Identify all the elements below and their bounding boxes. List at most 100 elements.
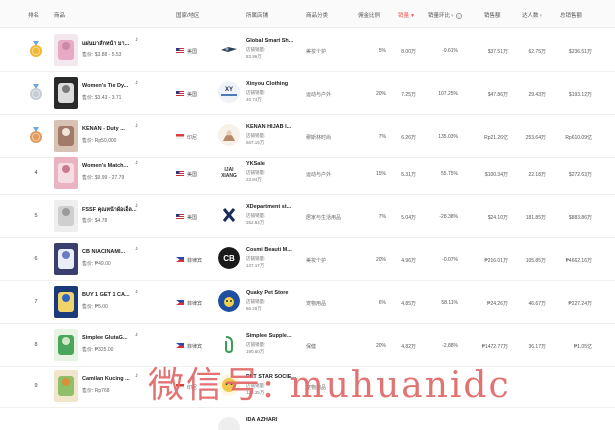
header-sales[interactable]: 销量▼ bbox=[398, 11, 415, 19]
product-thumbnail[interactable] bbox=[54, 157, 78, 189]
tiktok-icon[interactable]: ♪ bbox=[135, 80, 138, 86]
help-icon[interactable]: ? bbox=[455, 12, 462, 19]
shop-logo[interactable] bbox=[218, 38, 240, 60]
rank-number: 4 bbox=[34, 170, 38, 176]
product-thumbnail[interactable] bbox=[54, 77, 78, 109]
tiktok-icon[interactable]: ♪ bbox=[135, 332, 138, 338]
table-row[interactable]: แผ่นมาส์กหน้า มา... ♪ 售价: $3.88 - 5.53 美国 Gl… bbox=[0, 29, 615, 72]
total-value: ₱227.24万 bbox=[568, 301, 592, 307]
header-creators[interactable]: 达人数▾ bbox=[522, 11, 542, 19]
ph-flag-icon bbox=[176, 343, 184, 348]
id-flag-icon bbox=[176, 134, 184, 139]
product-thumbnail[interactable] bbox=[54, 120, 78, 152]
shop-sales-label: 店铺销量: bbox=[246, 213, 266, 218]
product-name[interactable]: FSSF คุณหน้าผ้อเอ็ล... bbox=[82, 206, 137, 214]
header-shop: 所属店铺 bbox=[246, 13, 269, 19]
growth-value: 58.11% bbox=[441, 300, 458, 306]
header-sales-growth[interactable]: 销量环比▾? bbox=[428, 11, 462, 19]
shop-sales-label: 店铺销量: bbox=[246, 47, 266, 52]
table-row[interactable]: 7 BUY 1 GET 1 CA... ♪ 售价: ₱5.00 菲律宾 Quaky Pet… bbox=[0, 281, 615, 324]
shop-name[interactable]: Global Smart Sh... bbox=[246, 38, 293, 44]
product-thumbnail[interactable] bbox=[54, 286, 78, 318]
product-thumbnail[interactable] bbox=[54, 329, 78, 361]
shop-name[interactable]: Quaky Pet Store bbox=[246, 290, 289, 296]
shop-name[interactable]: Cosmi Beauti M... bbox=[246, 247, 292, 253]
creators-value: 29.43万 bbox=[528, 92, 546, 98]
category-label: 穆斯林时尚 bbox=[306, 135, 332, 141]
header-region[interactable]: 国家/地区 bbox=[176, 11, 200, 19]
category-label: 宠物用品 bbox=[306, 301, 327, 307]
shop-name[interactable]: IDA AZHARI bbox=[246, 417, 277, 423]
gmv-value: ₱1472.77万 bbox=[481, 344, 508, 350]
tiktok-icon[interactable]: ♪ bbox=[135, 373, 138, 379]
product-name[interactable]: Camilan Kucing ... bbox=[82, 376, 130, 382]
tiktok-icon[interactable]: ♪ bbox=[135, 203, 138, 209]
shop-sales-label: 店铺销量: bbox=[246, 256, 266, 261]
us-flag-icon bbox=[176, 214, 184, 219]
shop-sales-value: 83.96万 bbox=[246, 54, 262, 59]
rank-number: 8 bbox=[34, 342, 38, 348]
product-name[interactable]: Simplee GlutaG... bbox=[82, 335, 128, 341]
product-name[interactable]: แผ่นมาส์กหน้า มา... bbox=[82, 40, 129, 48]
product-thumbnail[interactable] bbox=[54, 243, 78, 275]
tiktok-icon[interactable]: ♪ bbox=[135, 289, 138, 295]
header-gmv[interactable]: 销售额 bbox=[484, 11, 501, 19]
silver-medal-icon bbox=[29, 84, 43, 101]
shop-logo[interactable]: XY bbox=[218, 81, 240, 103]
shop-name[interactable]: YKSale bbox=[246, 161, 265, 167]
table-header: 排名 商品 国家/地区 所属店铺 商品分类 佣金比例 销量▼ 销量环比▾? 销售… bbox=[0, 0, 615, 28]
total-value: $883.86万 bbox=[568, 215, 592, 221]
table-row[interactable]: IDA AZHARI bbox=[0, 408, 615, 430]
shop-logo[interactable] bbox=[218, 204, 240, 226]
table-row[interactable]: 6 CB NIACINAMI... ♪ 售价: ₱49.00 菲律宾 CB Cosmi Be… bbox=[0, 238, 615, 281]
shop-logo[interactable]: IJAI XIANG bbox=[218, 161, 240, 183]
shop-sales-label: 店铺销量: bbox=[246, 170, 266, 175]
product-thumbnail[interactable] bbox=[54, 200, 78, 232]
header-sales-growth-label: 销量环比 bbox=[428, 13, 451, 19]
gmv-value: ₱216.01万 bbox=[484, 258, 508, 264]
total-value: $272.63万 bbox=[568, 172, 592, 178]
shop-logo[interactable] bbox=[218, 333, 240, 355]
shop-logo[interactable]: CB bbox=[218, 247, 240, 269]
shop-logo[interactable] bbox=[218, 124, 240, 146]
product-price: 售价: Rp768 bbox=[82, 388, 110, 394]
tiktok-icon[interactable]: ♪ bbox=[135, 160, 138, 166]
sort-icon: ▾ bbox=[539, 13, 543, 19]
category-label: 美妆个护 bbox=[306, 258, 327, 264]
product-thumbnail[interactable] bbox=[54, 370, 78, 402]
table-row[interactable]: 5 FSSF คุณหน้าผ้อเอ็ล... ♪ 售价: $4.78 美国 XDepa… bbox=[0, 195, 615, 238]
tiktok-icon[interactable]: ♪ bbox=[135, 123, 138, 129]
product-name[interactable]: Women's Match... bbox=[82, 163, 128, 169]
shop-sales-label: 店铺销量: bbox=[246, 299, 266, 304]
shop-name[interactable]: Xinyou Clothing bbox=[246, 81, 288, 87]
product-name[interactable]: BUY 1 GET 1 CA... bbox=[82, 292, 130, 298]
product-name[interactable]: CB NIACINAMI... bbox=[82, 249, 125, 255]
table-row[interactable]: 4 Women's Match... ♪ 售价: $9.99 - 27.79 美国 IJA… bbox=[0, 152, 615, 195]
product-name[interactable]: KENAN - Duty ... bbox=[82, 126, 125, 132]
tiktok-icon[interactable]: ♪ bbox=[135, 246, 138, 252]
product-price: 售价: ₱325.00 bbox=[82, 347, 114, 353]
gold-medal-icon bbox=[29, 41, 43, 58]
shop-name[interactable]: Simplee Supple... bbox=[246, 333, 292, 339]
tiktok-icon[interactable]: ♪ bbox=[135, 37, 138, 43]
creators-value: 46.67万 bbox=[528, 301, 546, 307]
shop-logo[interactable] bbox=[218, 290, 240, 312]
table-row[interactable]: Women's Tie Dy... ♪ 售价: $3.43 - 3.71 美国 XY Xi… bbox=[0, 72, 615, 115]
sales-value: 4.85万 bbox=[401, 301, 416, 307]
growth-value: -28.38% bbox=[439, 214, 458, 220]
bronze-medal-icon bbox=[29, 127, 43, 144]
sales-value: 4.82万 bbox=[401, 344, 416, 350]
product-name[interactable]: Women's Tie Dy... bbox=[82, 83, 128, 89]
product-thumbnail[interactable] bbox=[54, 34, 78, 66]
product-price: 售价: $4.78 bbox=[82, 218, 108, 224]
shop-name[interactable]: XDepartment st... bbox=[246, 204, 291, 210]
country-label: 美国 bbox=[187, 172, 198, 178]
svg-text:XIANG: XIANG bbox=[221, 173, 237, 179]
commission-value: 5% bbox=[378, 48, 386, 54]
shop-name[interactable]: KENAN HIJAB I... bbox=[246, 124, 291, 130]
shop-logo[interactable] bbox=[218, 417, 240, 430]
total-value: $193.12万 bbox=[568, 92, 592, 98]
header-rank: 排名 bbox=[28, 13, 40, 19]
sales-value: 6.26万 bbox=[401, 135, 416, 141]
header-total-gmv[interactable]: 总销售额 bbox=[560, 11, 582, 19]
